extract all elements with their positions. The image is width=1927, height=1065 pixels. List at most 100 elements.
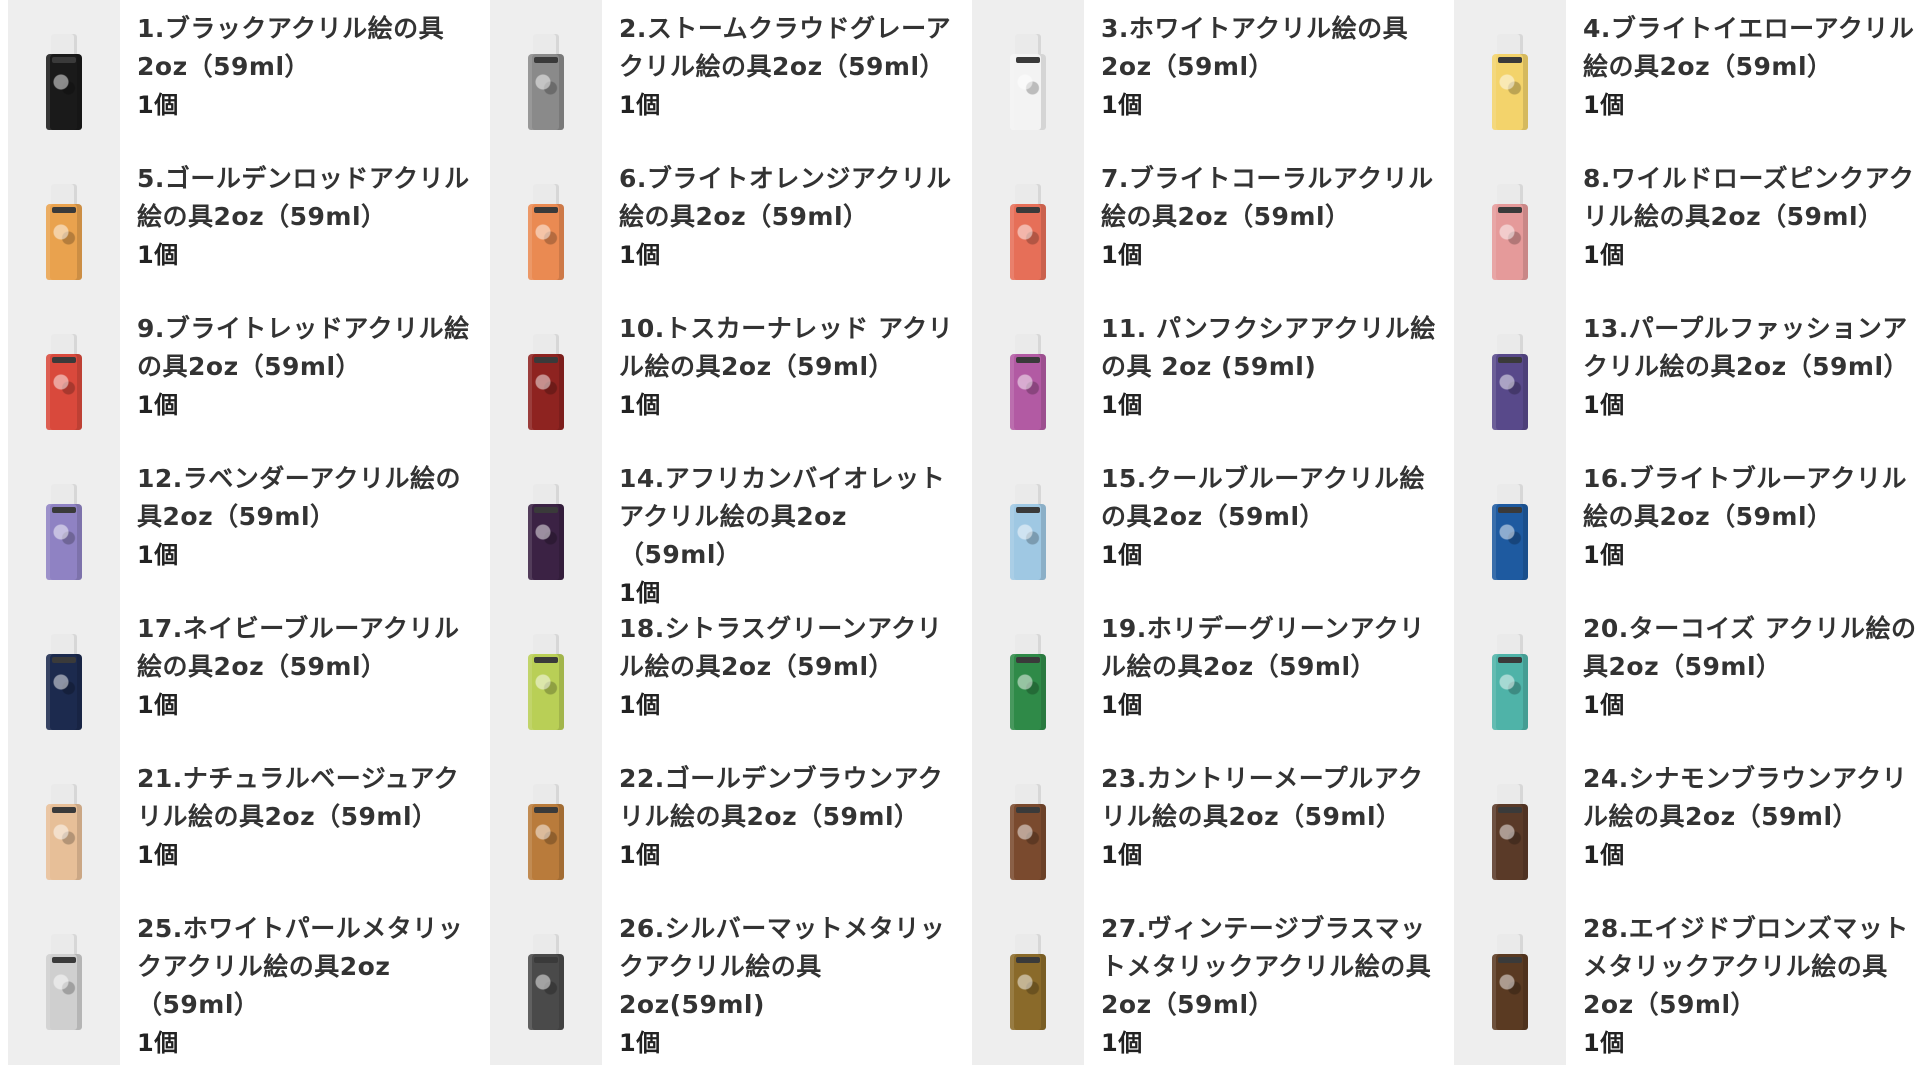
product-name[interactable]: 17.ネイビーブルーアクリル絵の具2oz（59ml） (137, 610, 472, 686)
product-item[interactable]: 13.パープルファッションアクリル絵の具2oz（59ml） 1個 (1446, 300, 1927, 450)
paint-bottle-image[interactable] (528, 184, 564, 280)
product-text: 10.トスカーナレッド アクリル絵の具2oz（59ml） 1個 (619, 310, 954, 424)
product-item[interactable]: 26.シルバーマットメタリックアクリル絵の具2oz(59ml) 1個 (482, 900, 964, 1057)
product-name[interactable]: 10.トスカーナレッド アクリル絵の具2oz（59ml） (619, 310, 954, 386)
paint-bottle-image[interactable] (1492, 634, 1528, 730)
product-name[interactable]: 1.ブラックアクリル絵の具2oz（59ml） (137, 10, 472, 86)
paint-bottle-image[interactable] (46, 184, 82, 280)
product-name[interactable]: 24.シナモンブラウンアクリル絵の具2oz（59ml） (1583, 760, 1918, 836)
product-item[interactable]: 24.シナモンブラウンアクリル絵の具2oz（59ml） 1個 (1446, 750, 1927, 900)
product-name[interactable]: 2.ストームクラウドグレーアクリル絵の具2oz（59ml） (619, 10, 954, 86)
product-quantity: 1個 (619, 841, 661, 869)
brand-label (1016, 807, 1040, 813)
paint-bottle-image[interactable] (46, 334, 82, 430)
product-item[interactable]: 28.エイジドブロンズマットメタリックアクリル絵の具2oz（59ml） 1個 (1446, 900, 1927, 1057)
product-item[interactable]: 9.ブライトレッドアクリル絵の具2oz（59ml） 1個 (0, 300, 482, 450)
paint-bottle-image[interactable] (46, 34, 82, 130)
product-item[interactable]: 16.ブライトブルーアクリル絵の具2oz（59ml） 1個 (1446, 450, 1927, 600)
product-item[interactable]: 22.ゴールデンブラウンアクリル絵の具2oz（59ml） 1個 (482, 750, 964, 900)
paint-bottle-image[interactable] (1010, 334, 1046, 430)
product-name[interactable]: 4.ブライトイエローアクリル絵の具2oz（59ml） (1583, 10, 1918, 86)
product-name[interactable]: 23.カントリーメープルアクリル絵の具2oz（59ml） (1101, 760, 1436, 836)
bottle-label-graphic (531, 64, 561, 104)
product-name[interactable]: 8.ワイルドローズピンクアクリル絵の具2oz（59ml） (1583, 160, 1918, 236)
product-name[interactable]: 19.ホリデーグリーンアクリル絵の具2oz（59ml） (1101, 610, 1436, 686)
product-item[interactable]: 14.アフリカンバイオレットアクリル絵の具2oz（59ml） 1個 (482, 450, 964, 607)
bottle-body (1010, 504, 1046, 580)
product-item[interactable]: 5.ゴールデンロッドアクリル絵の具2oz（59ml） 1個 (0, 150, 482, 300)
product-item[interactable]: 18.シトラスグリーンアクリル絵の具2oz（59ml） 1個 (482, 600, 964, 750)
paint-bottle-image[interactable] (1010, 184, 1046, 280)
bottle-label-graphic (531, 214, 561, 254)
paint-bottle-image[interactable] (46, 484, 82, 580)
product-item[interactable]: 2.ストームクラウドグレーアクリル絵の具2oz（59ml） 1個 (482, 0, 964, 150)
paint-bottle-image[interactable] (1010, 34, 1046, 130)
paint-bottle-image[interactable] (1010, 934, 1046, 1030)
product-item[interactable]: 23.カントリーメープルアクリル絵の具2oz（59ml） 1個 (964, 750, 1446, 900)
paint-bottle-image[interactable] (46, 934, 82, 1030)
paint-bottle-image[interactable] (1492, 484, 1528, 580)
paint-bottle-image[interactable] (528, 634, 564, 730)
paint-bottle-image[interactable] (1492, 784, 1528, 880)
paint-bottle-image[interactable] (46, 784, 82, 880)
product-item[interactable]: 20.ターコイズ アクリル絵の具2oz（59ml） 1個 (1446, 600, 1927, 750)
product-item[interactable]: 17.ネイビーブルーアクリル絵の具2oz（59ml） 1個 (0, 600, 482, 750)
bottle-cap (51, 184, 77, 206)
product-item[interactable]: 15.クールブルーアクリル絵の具2oz（59ml） 1個 (964, 450, 1446, 600)
product-item[interactable]: 3.ホワイトアクリル絵の具2oz（59ml） 1個 (964, 0, 1446, 150)
product-name[interactable]: 14.アフリカンバイオレットアクリル絵の具2oz（59ml） (619, 460, 954, 574)
product-item[interactable]: 11. パンフクシアアクリル絵の具 2oz (59ml) 1個 (964, 300, 1446, 450)
paint-bottle-image[interactable] (1010, 484, 1046, 580)
paint-bottle-image[interactable] (1010, 634, 1046, 730)
product-item[interactable]: 6.ブライトオレンジアクリル絵の具2oz（59ml） 1個 (482, 150, 964, 300)
brand-label (52, 957, 76, 963)
paint-bottle-image[interactable] (528, 934, 564, 1030)
product-name[interactable]: 15.クールブルーアクリル絵の具2oz（59ml） (1101, 460, 1436, 536)
product-name[interactable]: 21.ナチュラルベージュアクリル絵の具2oz（59ml） (137, 760, 472, 836)
product-item[interactable]: 27.ヴィンテージブラスマットメタリックアクリル絵の具2oz（59ml） 1個 (964, 900, 1446, 1057)
product-item[interactable]: 8.ワイルドローズピンクアクリル絵の具2oz（59ml） 1個 (1446, 150, 1927, 300)
product-item[interactable]: 10.トスカーナレッド アクリル絵の具2oz（59ml） 1個 (482, 300, 964, 450)
product-name[interactable]: 22.ゴールデンブラウンアクリル絵の具2oz（59ml） (619, 760, 954, 836)
product-name[interactable]: 28.エイジドブロンズマットメタリックアクリル絵の具2oz（59ml） (1583, 910, 1918, 1024)
paint-bottle-image[interactable] (1492, 334, 1528, 430)
product-quantity: 1個 (1583, 1029, 1625, 1057)
product-quantity: 1個 (1583, 391, 1625, 419)
product-name[interactable]: 13.パープルファッションアクリル絵の具2oz（59ml） (1583, 310, 1918, 386)
product-item[interactable]: 21.ナチュラルベージュアクリル絵の具2oz（59ml） 1個 (0, 750, 482, 900)
product-item[interactable]: 12.ラベンダーアクリル絵の具2oz（59ml） 1個 (0, 450, 482, 600)
paint-bottle-image[interactable] (528, 334, 564, 430)
paint-bottle-image[interactable] (528, 484, 564, 580)
bottle-cap (1497, 934, 1523, 956)
product-name[interactable]: 11. パンフクシアアクリル絵の具 2oz (59ml) (1101, 310, 1436, 386)
paint-bottle-image[interactable] (528, 34, 564, 130)
product-name[interactable]: 6.ブライトオレンジアクリル絵の具2oz（59ml） (619, 160, 954, 236)
paint-bottle-image[interactable] (1492, 34, 1528, 130)
product-item[interactable]: 4.ブライトイエローアクリル絵の具2oz（59ml） 1個 (1446, 0, 1927, 150)
paint-bottle-image[interactable] (1492, 184, 1528, 280)
bottle-body (1010, 804, 1046, 880)
product-name[interactable]: 7.ブライトコーラルアクリル絵の具2oz（59ml） (1101, 160, 1436, 236)
product-name[interactable]: 16.ブライトブルーアクリル絵の具2oz（59ml） (1583, 460, 1918, 536)
product-item[interactable]: 25.ホワイトパールメタリックアクリル絵の具2oz（59ml） 1個 (0, 900, 482, 1057)
product-quantity: 1個 (1101, 1029, 1143, 1057)
product-name[interactable]: 9.ブライトレッドアクリル絵の具2oz（59ml） (137, 310, 472, 386)
bottle-label-graphic (49, 664, 79, 704)
product-name[interactable]: 26.シルバーマットメタリックアクリル絵の具2oz(59ml) (619, 910, 954, 1024)
product-name[interactable]: 25.ホワイトパールメタリックアクリル絵の具2oz（59ml） (137, 910, 472, 1024)
paint-bottle-image[interactable] (46, 634, 82, 730)
product-item[interactable]: 1.ブラックアクリル絵の具2oz（59ml） 1個 (0, 0, 482, 150)
product-name[interactable]: 27.ヴィンテージブラスマットメタリックアクリル絵の具2oz（59ml） (1101, 910, 1436, 1024)
product-name[interactable]: 12.ラベンダーアクリル絵の具2oz（59ml） (137, 460, 472, 536)
paint-bottle-image[interactable] (1010, 784, 1046, 880)
product-name[interactable]: 5.ゴールデンロッドアクリル絵の具2oz（59ml） (137, 160, 472, 236)
paint-bottle-image[interactable] (1492, 934, 1528, 1030)
product-text: 2.ストームクラウドグレーアクリル絵の具2oz（59ml） 1個 (619, 10, 954, 124)
product-name[interactable]: 3.ホワイトアクリル絵の具2oz（59ml） (1101, 10, 1436, 86)
product-item[interactable]: 19.ホリデーグリーンアクリル絵の具2oz（59ml） 1個 (964, 600, 1446, 750)
paint-bottle-image[interactable] (528, 784, 564, 880)
product-name[interactable]: 20.ターコイズ アクリル絵の具2oz（59ml） (1583, 610, 1918, 686)
brand-label (1498, 507, 1522, 513)
product-name[interactable]: 18.シトラスグリーンアクリル絵の具2oz（59ml） (619, 610, 954, 686)
product-item[interactable]: 7.ブライトコーラルアクリル絵の具2oz（59ml） 1個 (964, 150, 1446, 300)
